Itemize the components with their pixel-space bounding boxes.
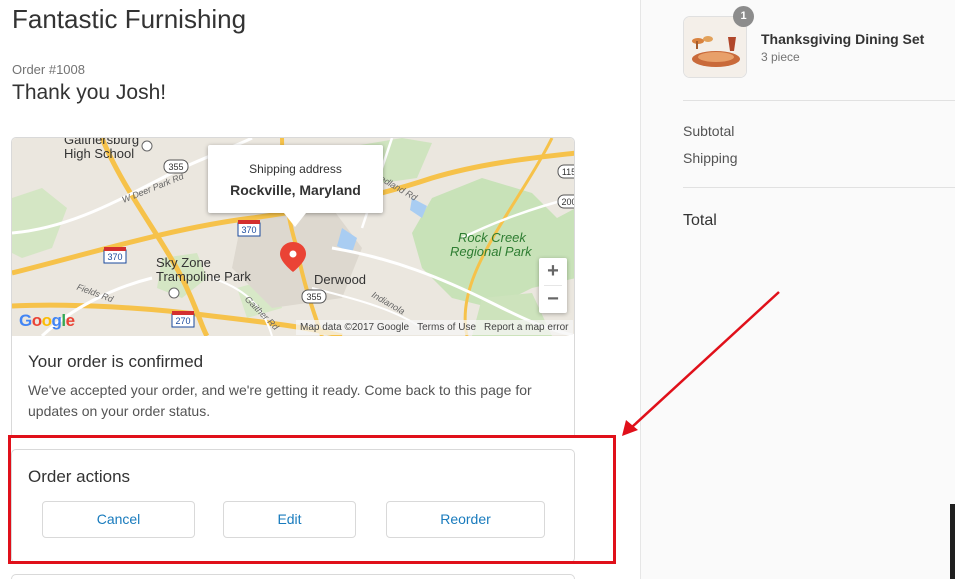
- quantity-badge: 1: [733, 6, 754, 27]
- shield-355-south: 355: [306, 292, 321, 302]
- thank-you-heading: Thank you Josh!: [12, 81, 167, 104]
- confirmation-text: We've accepted your order, and we're get…: [28, 382, 532, 419]
- map-label-rock-creek: Rock Creek: [458, 230, 526, 245]
- shipping-map[interactable]: 355 370 370 355 270 115 200 Gaithersburg…: [12, 138, 575, 336]
- map-label-trampoline: Trampoline Park: [156, 269, 251, 284]
- reorder-button[interactable]: Reorder: [386, 501, 545, 538]
- order-status-card: 355 370 370 355 270 115 200 Gaithersburg…: [11, 137, 575, 436]
- main-content: Fantastic Furnishing Order #1008 Thank y…: [0, 0, 640, 579]
- summary-divider: [683, 100, 955, 101]
- cancel-button[interactable]: Cancel: [42, 501, 195, 538]
- next-card: [11, 574, 575, 579]
- map-terms-link[interactable]: Terms of Use: [413, 322, 480, 333]
- order-summary-sidebar: 1 Thanksgiving Dining Set 3 piece Subtot…: [640, 0, 955, 579]
- product-name: Thanksgiving Dining Set: [761, 31, 925, 47]
- google-logo-letter: o: [41, 311, 52, 330]
- google-logo-letter: g: [51, 311, 62, 330]
- google-logo[interactable]: Google: [19, 311, 75, 331]
- confirmation-title: Your order is confirmed: [28, 352, 204, 371]
- shield-370-east: 370: [241, 225, 256, 235]
- edit-button[interactable]: Edit: [223, 501, 356, 538]
- map-attribution: Map data ©2017 Google: [300, 322, 410, 333]
- total-label: Total: [683, 212, 717, 229]
- google-logo-letter: o: [31, 311, 42, 330]
- shield-270: 270: [175, 316, 190, 326]
- map-label-regional-park: Regional Park: [450, 244, 532, 259]
- map-attribution-bar: Map data ©2017 Google Terms of Use Report …: [296, 320, 573, 335]
- tooltip-label: Shipping address: [249, 162, 342, 176]
- shield-200: 200: [561, 197, 575, 207]
- summary-divider: [683, 187, 955, 188]
- google-logo-letter: e: [65, 311, 75, 330]
- subtotal-label: Subtotal: [683, 123, 735, 139]
- order-number: Order #1008: [12, 62, 85, 77]
- shop-title[interactable]: Fantastic Furnishing: [12, 4, 246, 35]
- shipping-address-tooltip: Shipping address Rockville, Maryland: [208, 145, 383, 227]
- map-label-derwood: Derwood: [314, 272, 367, 287]
- shield-370-west: 370: [107, 252, 122, 262]
- product-variant: 3 piece: [761, 50, 800, 64]
- zoom-out-button[interactable]: −: [539, 286, 567, 313]
- map-label-sky-zone: Sky Zone: [156, 255, 211, 270]
- tooltip-city: Rockville, Maryland: [230, 182, 361, 198]
- order-actions-card: Order actions Cancel Edit Reorder: [11, 449, 575, 563]
- map-label-high-school: High School: [64, 146, 135, 161]
- map-report-link[interactable]: Report a map error: [480, 322, 572, 333]
- shield-115: 115: [562, 167, 575, 177]
- shipping-label: Shipping: [683, 150, 738, 166]
- product-image-icon: [684, 17, 746, 77]
- google-logo-letter: G: [19, 311, 32, 330]
- edge-element: [950, 504, 955, 579]
- zoom-in-button[interactable]: +: [539, 258, 567, 285]
- zoom-control: + −: [539, 258, 567, 313]
- order-actions-title: Order actions: [28, 467, 131, 486]
